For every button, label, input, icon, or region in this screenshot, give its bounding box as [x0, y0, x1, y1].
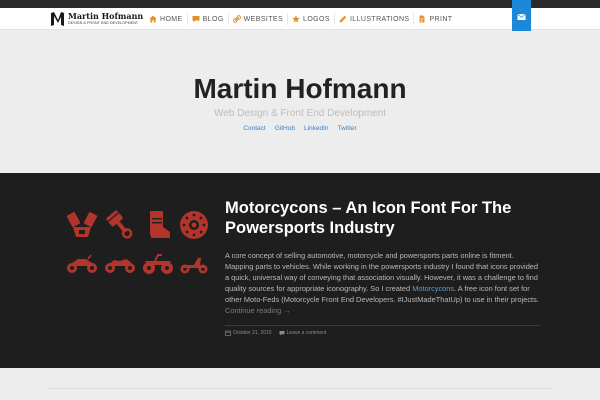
- site-logo[interactable]: Martin Hofmann DESIGN & FRONT END DEVELO…: [50, 11, 144, 28]
- post-meta: October 21, 2015 Leave a comment: [225, 330, 326, 336]
- hero-section: Martin Hofmann Web Design & Front End De…: [0, 31, 600, 173]
- mail-icon: [517, 13, 526, 20]
- brake-rotor-icon: [180, 211, 208, 239]
- section-divider: [48, 388, 552, 389]
- nav-websites[interactable]: WEBSITES: [227, 13, 287, 25]
- atv-icon: [143, 254, 173, 274]
- nav-illustrations[interactable]: ILLUSTRATIONS: [333, 13, 414, 25]
- nav-blog-label: BLOG: [202, 15, 224, 23]
- contact-link[interactable]: Contact: [243, 125, 265, 132]
- post-date-label: October 21, 2015: [233, 330, 272, 336]
- hero-subtitle: Web Design & Front End Development: [213, 108, 387, 119]
- scooter-icon: [180, 258, 208, 274]
- nav-websites-label: WEBSITES: [243, 15, 284, 23]
- continue-reading-label: Continue reading: [225, 306, 282, 315]
- document-icon: [419, 15, 425, 23]
- hero-title: Martin Hofmann: [193, 73, 407, 104]
- motorcycon-icons[interactable]: [66, 209, 212, 279]
- github-link[interactable]: GitHub: [275, 125, 295, 132]
- dirt-bike-icon: [67, 254, 97, 273]
- nav-logos-label: LOGOS: [303, 15, 330, 23]
- logo-name: Martin Hofmann: [68, 11, 144, 21]
- riding-boot-icon: [150, 211, 170, 238]
- star-icon: [292, 15, 300, 23]
- motorcycons-link[interactable]: Motorcycons: [412, 284, 454, 293]
- post-excerpt: A core concept of selling automotive, mo…: [225, 250, 543, 316]
- nav-home-label: HOME: [160, 15, 183, 23]
- next-section: [0, 368, 600, 400]
- comment-icon: [192, 16, 200, 23]
- twitter-link[interactable]: Twitter: [338, 125, 357, 132]
- leave-comment-label: Leave a comment: [286, 330, 327, 336]
- top-bar: [0, 0, 600, 8]
- nav-logos[interactable]: LOGOS: [287, 13, 334, 25]
- arrow-right-icon: →: [283, 306, 291, 315]
- piston-icon: [106, 210, 133, 239]
- post-divider: [225, 325, 540, 326]
- nav-blog[interactable]: BLOG: [186, 13, 228, 25]
- monogram-logo-icon: [51, 12, 64, 26]
- main-nav: HOME BLOG WEBSITES LOGOS ILLUSTRATIONS P…: [145, 8, 456, 30]
- linkedin-link[interactable]: LinkedIn: [304, 125, 329, 132]
- leave-comment-link[interactable]: Leave a comment: [279, 330, 327, 336]
- comment-icon: [279, 331, 285, 336]
- post-date[interactable]: October 21, 2015: [225, 330, 272, 336]
- nav-illustrations-label: ILLUSTRATIONS: [349, 15, 410, 23]
- nav-print[interactable]: PRINT: [413, 13, 456, 25]
- v-twin-engine-icon: [66, 212, 98, 237]
- blog-post: Motorcycons – An Icon Font For The Power…: [0, 173, 600, 368]
- link-icon: [232, 15, 241, 23]
- nav-print-label: PRINT: [429, 15, 453, 23]
- continue-reading-link[interactable]: Continue reading →: [225, 306, 291, 315]
- social-links: Contact GitHub LinkedIn Twitter: [0, 125, 600, 132]
- site-header: Martin Hofmann DESIGN & FRONT END DEVELO…: [0, 8, 600, 30]
- home-icon: [149, 15, 157, 23]
- post-title[interactable]: Motorcycons – An Icon Font For The Power…: [225, 198, 545, 238]
- cruiser-icon: [105, 259, 135, 273]
- nav-home[interactable]: HOME: [145, 13, 187, 25]
- logo-tagline: DESIGN & FRONT END DEVELOPMENT: [68, 21, 139, 25]
- pencil-icon: [339, 15, 347, 23]
- calendar-icon: [225, 330, 231, 336]
